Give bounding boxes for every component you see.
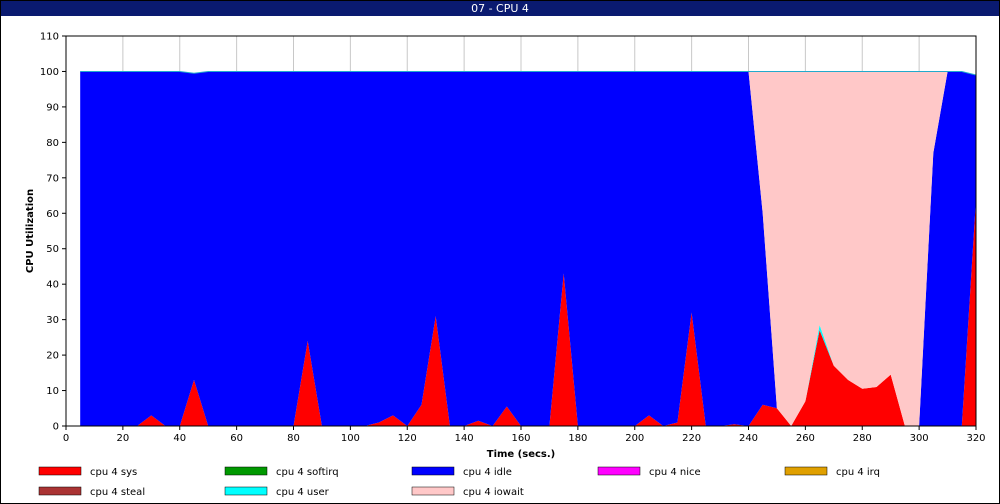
chart-window: 07 - CPU 4 0 20 40 60 80 100 120 140 160 180 200 22… xyxy=(0,0,1000,504)
x-tick-label: 20 xyxy=(117,433,130,444)
x-tick-label: 160 xyxy=(511,433,530,444)
y-tick-label: 70 xyxy=(46,173,59,184)
x-tick-label: 240 xyxy=(739,433,758,444)
x-tick-label: 140 xyxy=(455,433,474,444)
legend-label: cpu 4 user xyxy=(276,487,330,498)
legend-swatch xyxy=(224,466,268,476)
legend-swatch xyxy=(224,486,268,496)
y-tick-label: 60 xyxy=(46,209,59,220)
x-tick-label: 280 xyxy=(853,433,872,444)
y-axis-label: CPU Utilization xyxy=(25,189,36,273)
legend: cpu 4 sys cpu 4 softirq cpu 4 idle cpu 4 ni… xyxy=(38,466,880,498)
x-tick-label: 180 xyxy=(568,433,587,444)
legend-swatch xyxy=(597,466,641,476)
legend-swatch xyxy=(38,486,82,496)
x-tick-label: 260 xyxy=(796,433,815,444)
cpu-utilization-chart: 0 20 40 60 80 100 120 140 160 180 200 220 240 260 280 3… xyxy=(25,32,986,499)
y-tick-label: 10 xyxy=(46,386,59,397)
x-tick-label: 300 xyxy=(910,433,929,444)
y-tick-label: 90 xyxy=(46,102,59,113)
legend-label: cpu 4 sys xyxy=(90,467,137,478)
x-tick-label: 60 xyxy=(230,433,243,444)
y-tick-label: 0 xyxy=(53,422,59,433)
x-tick-label: 40 xyxy=(173,433,186,444)
legend-swatch xyxy=(411,466,455,476)
legend-swatch xyxy=(784,466,828,476)
x-tick-label: 100 xyxy=(341,433,360,444)
y-tick-label: 110 xyxy=(40,32,59,43)
y-tick-label: 80 xyxy=(46,138,59,149)
window-title: 07 - CPU 4 xyxy=(1,1,999,16)
legend-label: cpu 4 idle xyxy=(463,467,512,478)
x-tick-label: 0 xyxy=(63,433,69,444)
y-tick-label: 40 xyxy=(46,280,59,291)
y-tick-label: 20 xyxy=(46,351,59,362)
x-tick-label: 320 xyxy=(966,433,985,444)
legend-swatch xyxy=(38,466,82,476)
legend-label: cpu 4 steal xyxy=(90,487,145,498)
x-tick-label: 120 xyxy=(398,433,417,444)
y-tick-label: 100 xyxy=(40,67,59,78)
y-tick-label: 50 xyxy=(46,244,59,255)
legend-label: cpu 4 softirq xyxy=(276,467,339,478)
plot-area xyxy=(65,36,977,426)
x-tick-label: 220 xyxy=(682,433,701,444)
x-tick-label: 80 xyxy=(287,433,300,444)
legend-label: cpu 4 iowait xyxy=(463,487,524,498)
legend-label: cpu 4 nice xyxy=(649,467,701,478)
x-tick-label: 200 xyxy=(625,433,644,444)
y-tick-label: 30 xyxy=(46,315,59,326)
legend-swatch xyxy=(411,486,455,496)
x-axis-label: Time (secs.) xyxy=(487,449,556,460)
legend-label: cpu 4 irq xyxy=(836,467,880,478)
